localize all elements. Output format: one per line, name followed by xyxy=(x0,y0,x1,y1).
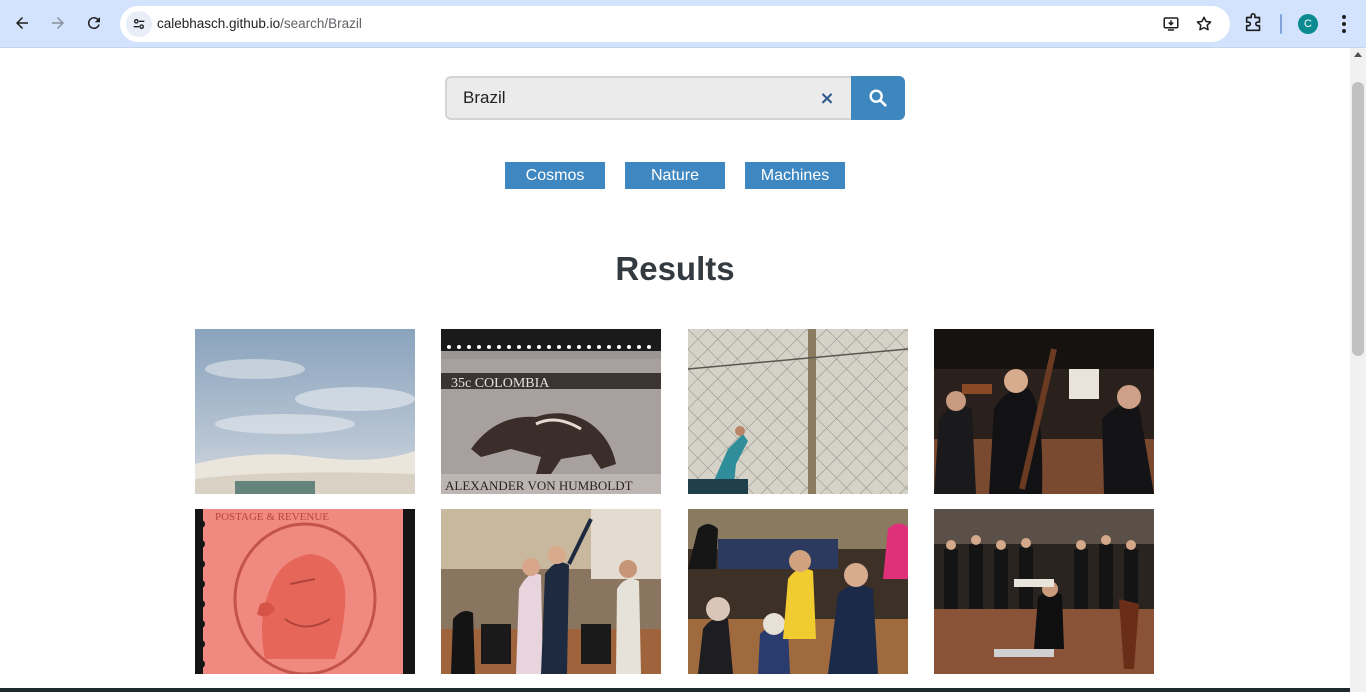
address-bar[interactable]: calebhasch.github.io/search/Brazil xyxy=(120,6,1230,42)
url-text: calebhasch.github.io/search/Brazil xyxy=(157,16,362,31)
stamp-bottom-text: ALEXANDER VON HUMBOLDT xyxy=(445,478,633,493)
arrow-left-icon xyxy=(16,17,28,29)
back-button[interactable] xyxy=(8,9,36,37)
search-input[interactable] xyxy=(445,76,853,120)
site-info-icon[interactable] xyxy=(126,11,152,37)
result-image-fence[interactable] xyxy=(688,329,908,494)
url-path: /search/Brazil xyxy=(280,16,362,31)
page-content: × Cosmos Nature Machines Results xyxy=(0,48,1350,692)
clear-search-button[interactable]: × xyxy=(817,88,837,109)
results-heading: Results xyxy=(615,250,735,287)
stamp-header-text: POSTAGE & REVENUE xyxy=(215,511,329,523)
result-image-orchestra-bassoon[interactable] xyxy=(934,329,1154,494)
scroll-up-arrow-icon[interactable] xyxy=(1354,52,1362,57)
result-image-orchestra-bow[interactable] xyxy=(441,509,661,674)
url-host: calebhasch.github.io xyxy=(157,16,281,31)
reload-button[interactable] xyxy=(80,9,108,37)
chip-nature[interactable]: Nature xyxy=(625,162,725,189)
result-image-colombia-stamp[interactable]: 35c COLOMBIA ALEXANDER VON HUMBOLDT xyxy=(441,329,661,494)
extensions-puzzle-icon[interactable] xyxy=(1243,12,1265,34)
category-chips: Cosmos Nature Machines xyxy=(505,162,845,190)
browser-menu-icon[interactable] xyxy=(1336,12,1352,36)
bookmark-star-icon[interactable] xyxy=(1194,14,1214,34)
stamp-top-text: 35c COLOMBIA xyxy=(451,376,550,391)
toolbar-divider xyxy=(1280,14,1282,34)
search-icon xyxy=(869,89,887,107)
result-image-full-orchestra[interactable] xyxy=(934,509,1154,674)
search-bar: × xyxy=(445,76,905,120)
reload-icon xyxy=(87,17,100,30)
search-submit-button[interactable] xyxy=(851,76,905,120)
result-image-dunes[interactable] xyxy=(195,329,415,494)
result-image-concert-crowd[interactable] xyxy=(688,509,908,674)
chip-cosmos[interactable]: Cosmos xyxy=(505,162,605,189)
result-image-red-stamp[interactable]: POSTAGE & REVENUE xyxy=(195,509,415,674)
install-app-icon[interactable] xyxy=(1161,14,1181,34)
arrow-right-icon xyxy=(52,17,64,29)
scrollbar-thumb[interactable] xyxy=(1352,82,1364,356)
profile-avatar[interactable]: C xyxy=(1298,14,1318,34)
browser-toolbar: calebhasch.github.io/search/Brazil C xyxy=(0,0,1366,48)
page-scrollbar[interactable] xyxy=(1350,48,1366,692)
forward-button[interactable] xyxy=(44,9,72,37)
chip-machines[interactable]: Machines xyxy=(745,162,845,189)
taskbar-edge xyxy=(0,688,1350,692)
